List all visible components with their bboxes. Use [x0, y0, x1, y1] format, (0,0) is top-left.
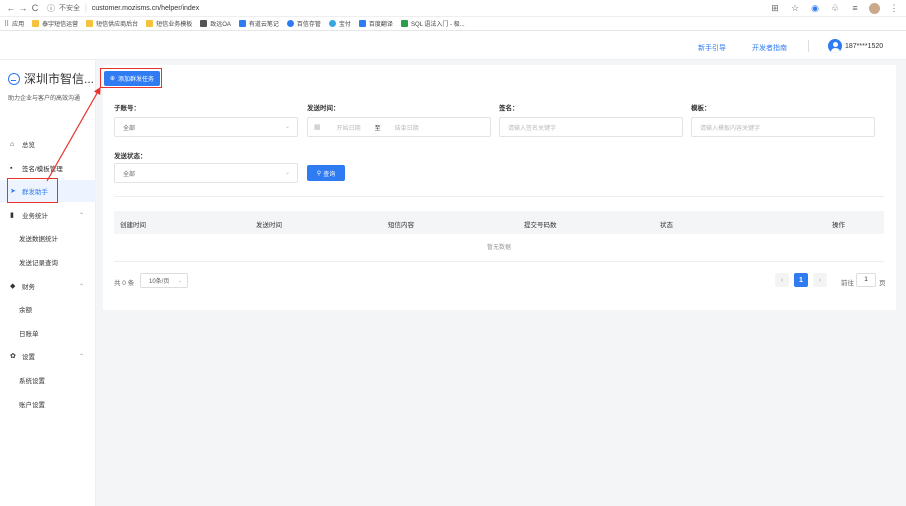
annotation-arrow	[46, 86, 101, 182]
